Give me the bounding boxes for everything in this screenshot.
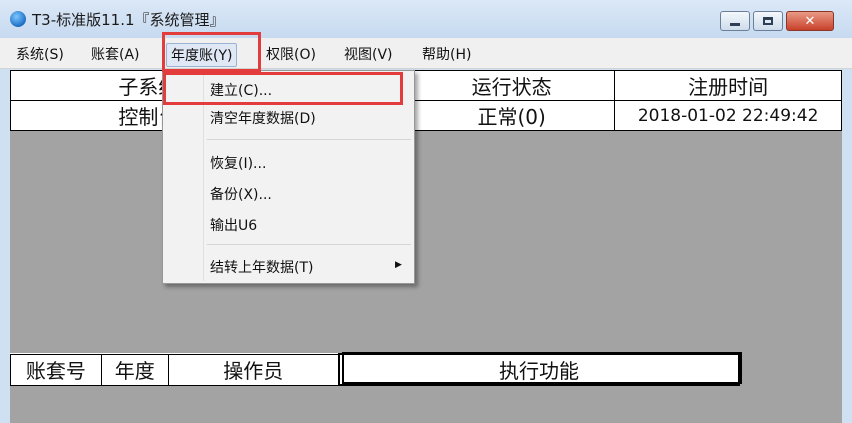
close-icon: ✕ (804, 13, 816, 29)
window-title: T3-标准版11.1『系统管理』 (32, 11, 225, 29)
maximize-icon (763, 17, 773, 25)
menu-help[interactable]: 帮助(H) (418, 43, 475, 65)
header-register-time: 注册时间 (614, 70, 842, 101)
highlight-menu-item-create (163, 72, 403, 105)
function-header-outline (342, 352, 742, 384)
menu-separator (207, 244, 411, 245)
title-bar: T3-标准版11.1『系统管理』 ✕ (0, 0, 852, 38)
header-year: 年度 (100, 353, 169, 386)
menu-item-backup[interactable]: 备份(X)... (210, 184, 272, 204)
menu-permissions[interactable]: 权限(O) (262, 43, 320, 65)
menu-separator (207, 139, 411, 140)
menu-item-carry-forward[interactable]: 结转上年数据(T) (210, 257, 313, 277)
table-row[interactable]: 控制台 正常(0) 2018-01-02 22:49:42 (10, 100, 842, 131)
menu-view[interactable]: 视图(V) (340, 43, 397, 65)
menu-bar: 系统(S) 账套(A) 年度账(Y) 权限(O) 视图(V) 帮助(H) (0, 38, 852, 69)
maximize-button[interactable] (753, 11, 783, 31)
app-icon (10, 11, 26, 27)
menu-account-set[interactable]: 账套(A) (87, 43, 144, 65)
cell-run-status: 正常(0) (407, 100, 616, 131)
menu-system[interactable]: 系统(S) (12, 43, 68, 65)
close-button[interactable]: ✕ (786, 11, 834, 31)
minimize-button[interactable] (720, 11, 750, 31)
cell-register-time: 2018-01-02 22:49:42 (614, 100, 842, 131)
table-header-row: 子系统 运行状态 注册时间 (10, 70, 842, 101)
menu-item-export-u6[interactable]: 输出U6 (210, 215, 257, 235)
subsystem-table: 子系统 运行状态 注册时间 控制台 正常(0) 2018-01-02 22:49… (10, 70, 842, 131)
menu-item-clear-year-data[interactable]: 清空年度数据(D) (210, 108, 316, 128)
highlight-menu-annual-account (162, 32, 261, 72)
minimize-icon (730, 23, 740, 26)
header-account-no: 账套号 (10, 353, 102, 386)
header-run-status: 运行状态 (407, 70, 616, 101)
header-operator: 操作员 (167, 353, 340, 386)
menu-item-restore[interactable]: 恢复(I)... (210, 153, 266, 173)
submenu-arrow-icon: ▶ (395, 260, 402, 270)
